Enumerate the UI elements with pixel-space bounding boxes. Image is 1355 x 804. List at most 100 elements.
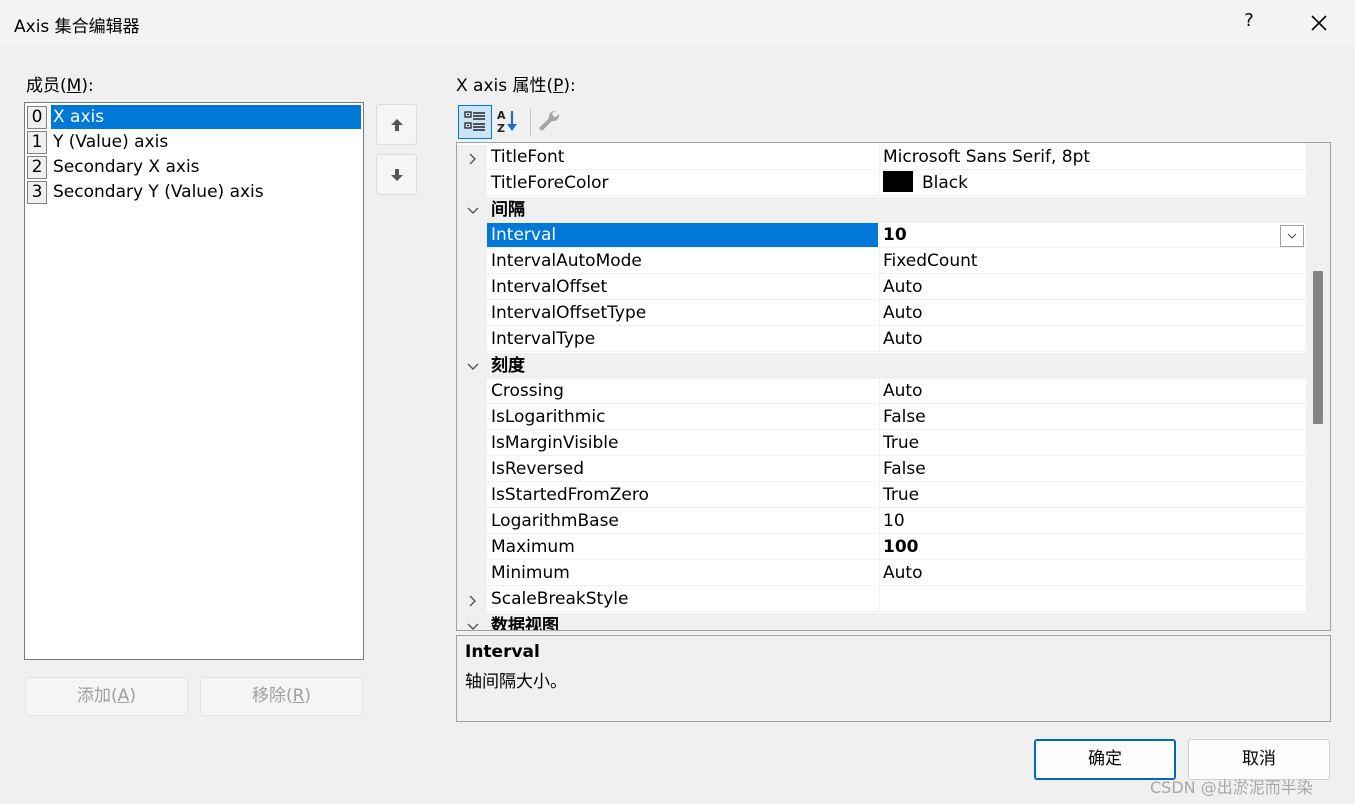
- move-down-button[interactable]: [376, 154, 417, 195]
- property-value[interactable]: Auto: [879, 561, 1306, 586]
- member-name: Y (Value) axis: [53, 132, 169, 152]
- description-title: Interval: [465, 642, 540, 662]
- property-name[interactable]: TitleForeColor: [487, 171, 878, 196]
- property-name[interactable]: LogarithmBase: [487, 509, 878, 534]
- property-row[interactable]: Minimum Auto: [457, 561, 1306, 587]
- alphabetical-icon: A Z: [497, 109, 517, 135]
- scrollbar-thumb[interactable]: [1313, 271, 1323, 424]
- property-name[interactable]: Crossing: [487, 379, 878, 404]
- property-name[interactable]: IsMarginVisible: [487, 431, 878, 456]
- property-row[interactable]: Maximum 100: [457, 535, 1306, 561]
- property-row[interactable]: IsMarginVisible True: [457, 431, 1306, 457]
- property-value-text: True: [883, 485, 920, 505]
- property-name[interactable]: IsReversed: [487, 457, 878, 482]
- property-name[interactable]: Minimum: [487, 561, 878, 586]
- value-dropdown-button[interactable]: [1280, 225, 1304, 247]
- property-category[interactable]: 刻度: [457, 353, 1306, 379]
- member-name: Secondary Y (Value) axis: [53, 182, 264, 202]
- property-name[interactable]: Maximum: [487, 535, 878, 560]
- property-value[interactable]: True: [879, 431, 1306, 456]
- member-index: 2: [27, 156, 47, 179]
- property-value[interactable]: False: [879, 405, 1306, 430]
- property-row[interactable]: IntervalAutoMode FixedCount: [457, 249, 1306, 275]
- property-row[interactable]: LogarithmBase 10: [457, 509, 1306, 535]
- property-value[interactable]: Auto: [879, 379, 1306, 404]
- property-value[interactable]: Auto: [879, 275, 1306, 300]
- property-value-text: Auto: [883, 329, 923, 349]
- svg-text:A: A: [497, 109, 506, 122]
- property-value[interactable]: FixedCount: [879, 249, 1306, 274]
- row-gutter: [457, 457, 487, 483]
- member-item[interactable]: 2 Secondary X axis: [25, 154, 363, 179]
- category-name: 间隔: [491, 200, 525, 220]
- property-row[interactable]: IsStartedFromZero True: [457, 483, 1306, 509]
- chevron-down-icon[interactable]: [467, 621, 479, 631]
- chevron-right-icon[interactable]: [467, 153, 479, 165]
- property-row[interactable]: IntervalOffsetType Auto: [457, 301, 1306, 327]
- property-category[interactable]: 间隔: [457, 197, 1306, 223]
- property-value[interactable]: 10: [879, 509, 1306, 534]
- member-item[interactable]: 3 Secondary Y (Value) axis: [25, 179, 363, 204]
- property-category[interactable]: 数据视图: [457, 613, 1306, 631]
- property-value-text: Microsoft Sans Serif, 8pt: [883, 147, 1091, 167]
- member-index: 0: [27, 106, 47, 129]
- property-row[interactable]: Crossing Auto: [457, 379, 1306, 405]
- row-gutter: [457, 171, 487, 197]
- properties-label: X axis 属性(P):: [456, 76, 576, 96]
- property-value[interactable]: Auto: [879, 301, 1306, 326]
- property-row[interactable]: IntervalType Auto: [457, 327, 1306, 353]
- close-button[interactable]: [1304, 8, 1334, 38]
- remove-button[interactable]: 移除(R): [200, 677, 363, 716]
- property-value[interactable]: Microsoft Sans Serif, 8pt: [879, 145, 1306, 170]
- help-button[interactable]: ?: [1238, 10, 1260, 34]
- property-name[interactable]: IntervalAutoMode: [487, 249, 878, 274]
- wrench-icon: [539, 110, 560, 131]
- move-up-button[interactable]: [376, 104, 417, 145]
- member-item[interactable]: 0X axis: [25, 104, 363, 129]
- property-value[interactable]: 100: [879, 535, 1306, 560]
- property-pages-button[interactable]: [533, 105, 567, 139]
- categorized-icon: [464, 111, 485, 131]
- chevron-down-icon: [1287, 233, 1297, 239]
- property-row[interactable]: IntervalOffset Auto: [457, 275, 1306, 301]
- property-name[interactable]: IsStartedFromZero: [487, 483, 878, 508]
- arrow-down-icon: [391, 169, 403, 181]
- member-item[interactable]: 1 Y (Value) axis: [25, 129, 363, 154]
- members-list[interactable]: 0X axis 1 Y (Value) axis 2 Secondary X axis 3…: [24, 102, 364, 660]
- chevron-down-icon[interactable]: [467, 361, 479, 373]
- toolbar-separator: [530, 108, 531, 136]
- property-value-text: False: [883, 407, 926, 427]
- alphabetical-button[interactable]: A Z: [493, 105, 527, 139]
- property-name[interactable]: IntervalType: [487, 327, 878, 352]
- property-value[interactable]: Black: [879, 171, 1306, 196]
- property-row[interactable]: IsReversed False: [457, 457, 1306, 483]
- property-row[interactable]: TitleFont Microsoft Sans Serif, 8pt: [457, 145, 1306, 171]
- chevron-right-icon[interactable]: [467, 595, 479, 607]
- property-row[interactable]: TitleForeColor Black: [457, 171, 1306, 197]
- property-row[interactable]: ScaleBreakStyle: [457, 587, 1306, 613]
- property-value[interactable]: False: [879, 457, 1306, 482]
- svg-text:Z: Z: [497, 122, 505, 135]
- row-gutter: [457, 223, 487, 249]
- property-name[interactable]: TitleFont: [487, 145, 878, 170]
- categorized-button[interactable]: [458, 105, 492, 139]
- row-gutter: [457, 483, 487, 509]
- property-value[interactable]: Auto: [879, 327, 1306, 352]
- add-button[interactable]: 添加(A): [25, 677, 188, 716]
- property-name[interactable]: IntervalOffset: [487, 275, 878, 300]
- property-grid[interactable]: TitleFont Microsoft Sans Serif, 8pt TitleF…: [456, 142, 1331, 631]
- vertical-scrollbar[interactable]: [1306, 143, 1330, 630]
- property-name[interactable]: IntervalOffsetType: [487, 301, 878, 326]
- chevron-down-icon[interactable]: [467, 205, 479, 217]
- property-row[interactable]: Interval 10: [457, 223, 1306, 249]
- property-value-text: Auto: [883, 563, 923, 583]
- property-value[interactable]: 10: [879, 223, 1306, 248]
- members-label: 成员(M):: [26, 76, 94, 96]
- property-name[interactable]: Interval: [487, 223, 878, 248]
- property-name[interactable]: ScaleBreakStyle: [487, 587, 878, 612]
- row-gutter: [457, 509, 487, 535]
- property-name[interactable]: IsLogarithmic: [487, 405, 878, 430]
- property-value[interactable]: [879, 587, 1306, 612]
- property-value[interactable]: True: [879, 483, 1306, 508]
- property-row[interactable]: IsLogarithmic False: [457, 405, 1306, 431]
